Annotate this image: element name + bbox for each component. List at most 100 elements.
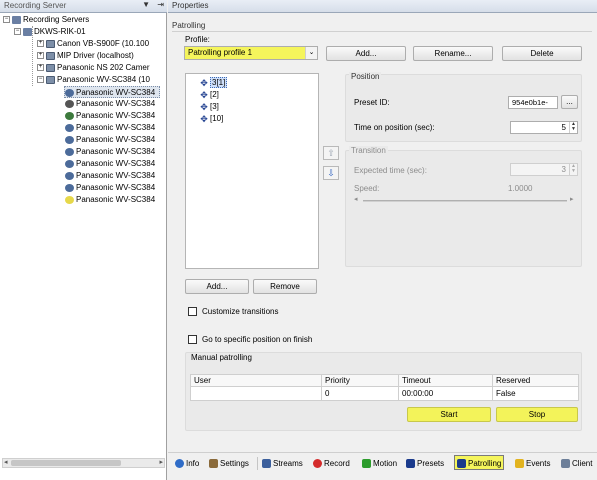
tree-item-camera-selected[interactable]: Panasonic WV-SC384	[64, 86, 161, 98]
profile-label: Profile:	[185, 35, 210, 44]
time-on-position-value: 5	[561, 123, 566, 132]
tree-item-input-5[interactable]: Panasonic WV-SC384	[65, 170, 155, 182]
preset-list-item[interactable]: ✥ [3]	[199, 101, 219, 112]
tab-label: Events	[526, 459, 551, 468]
streams-icon	[262, 459, 271, 469]
tab-streams[interactable]: Streams	[260, 456, 305, 471]
preset-id-label: Preset ID:	[354, 98, 390, 107]
tree-item-hardware-mip[interactable]: + MIP Driver (localhost)	[37, 50, 134, 62]
tab-label: Client	[572, 459, 593, 468]
speed-label: Speed:	[354, 184, 380, 193]
tab-presets[interactable]: Presets	[404, 456, 446, 471]
add-profile-button[interactable]: Add...	[326, 46, 406, 61]
tree-horizontal-scrollbar[interactable]: ◂ ▸	[2, 458, 165, 468]
go-to-position-checkbox[interactable]	[188, 335, 197, 344]
preset-move-icon: ✥	[200, 77, 208, 88]
delete-profile-button[interactable]: Delete	[502, 46, 582, 61]
tree-label: Panasonic WV-SC384	[76, 99, 156, 108]
properties-title: Properties	[172, 1, 209, 10]
remove-preset-button[interactable]: Remove	[253, 279, 317, 294]
input-icon	[65, 147, 74, 156]
collapse-icon[interactable]: −	[14, 28, 21, 36]
expand-icon[interactable]: +	[37, 40, 44, 48]
collapse-icon[interactable]: −	[3, 16, 10, 24]
expected-time-value: 3	[561, 165, 566, 174]
tree-item-input-1[interactable]: Panasonic WV-SC384	[65, 122, 155, 134]
profile-select-value: Patrolling profile 1	[188, 48, 253, 57]
move-up-icon[interactable]: ⇧	[323, 146, 339, 160]
collapse-icon[interactable]: −	[37, 76, 44, 84]
profile-select[interactable]: Patrolling profile 1 ⌄	[184, 46, 318, 60]
motion-icon	[362, 459, 371, 469]
tab-record[interactable]: Record	[311, 456, 352, 471]
time-on-position-stepper[interactable]: 5 ▲ ▼	[510, 121, 578, 134]
expand-icon[interactable]: +	[37, 64, 44, 72]
tree-item-server[interactable]: − DKWS-RIK-01	[14, 26, 86, 38]
column-header-reserved: Reserved	[492, 374, 579, 387]
preset-id-field[interactable]: 954e0b1e-	[508, 96, 558, 109]
tree-label: Panasonic WV-SC384	[76, 159, 156, 168]
expected-time-label: Expected time (sec):	[354, 166, 427, 175]
preset-label: [2]	[210, 90, 219, 99]
tree-item-input-2[interactable]: Panasonic WV-SC384	[65, 134, 155, 146]
pane-pin-icon[interactable]: ⇥	[157, 0, 164, 9]
tree-label: Panasonic WV-SC384	[76, 123, 156, 132]
tree-item-output[interactable]: Panasonic WV-SC384	[65, 194, 155, 206]
tab-settings[interactable]: Settings	[207, 456, 251, 471]
scroll-left-icon[interactable]: ◂	[4, 458, 8, 466]
start-button[interactable]: Start	[407, 407, 491, 422]
stepper-arrows-icon[interactable]: ▲ ▼	[569, 122, 577, 133]
preset-list-item[interactable]: ✥ [2]	[199, 89, 219, 100]
camera-icon	[65, 88, 74, 97]
tab-label: Streams	[273, 459, 303, 468]
chevron-down-icon[interactable]: ⌄	[305, 47, 317, 59]
speaker-icon	[65, 111, 74, 120]
cell-priority: 0	[321, 386, 399, 401]
preset-label: [10]	[210, 114, 224, 123]
add-preset-button[interactable]: Add...	[185, 279, 249, 294]
tab-separator	[257, 457, 258, 470]
scroll-thumb[interactable]	[11, 460, 121, 466]
rename-profile-button[interactable]: Rename...	[413, 46, 493, 61]
tree-item-input-3[interactable]: Panasonic WV-SC384	[65, 146, 155, 158]
cell-reserved: False	[492, 386, 579, 401]
server-icon	[23, 27, 32, 36]
hardware-icon	[46, 75, 55, 84]
stop-button[interactable]: Stop	[496, 407, 578, 422]
table-row[interactable]: 0 00:00:00 False	[190, 386, 579, 401]
tab-patrolling[interactable]: Patrolling	[454, 455, 505, 470]
scroll-right-icon[interactable]: ▸	[159, 458, 163, 466]
settings-icon	[209, 459, 218, 469]
input-icon	[65, 183, 74, 192]
tab-client[interactable]: Client	[559, 456, 594, 471]
tree-item-hardware-canon[interactable]: + Canon VB-S900F (10.100	[37, 38, 149, 50]
preset-list-item[interactable]: ✥ [10]	[199, 113, 223, 124]
tree-item-recording-servers[interactable]: − Recording Servers	[3, 14, 89, 26]
tree-item-speaker[interactable]: Panasonic WV-SC384	[65, 110, 155, 122]
browse-preset-button[interactable]: ...	[561, 95, 578, 109]
input-icon	[65, 159, 74, 168]
expand-icon[interactable]: +	[37, 52, 44, 60]
preset-list-item[interactable]: ✥ 3[1]	[199, 77, 228, 88]
tree-item-microphone[interactable]: Panasonic WV-SC384	[65, 98, 155, 110]
tree-item-hardware-panasonic-ns[interactable]: + Panasonic NS 202 Camer	[37, 62, 150, 74]
customize-transitions-checkbox[interactable]	[188, 307, 197, 316]
microphone-icon	[65, 99, 74, 108]
output-icon	[65, 195, 74, 204]
customize-transitions-label: Customize transitions	[202, 307, 279, 316]
tree-label: Panasonic WV-SC384	[76, 111, 156, 120]
expected-time-stepper: 3 ▲ ▼	[510, 163, 578, 176]
tree-item-input-6[interactable]: Panasonic WV-SC384	[65, 182, 155, 194]
tab-events[interactable]: Events	[513, 456, 552, 471]
time-on-position-label: Time on position (sec):	[354, 123, 435, 132]
move-down-icon[interactable]: ⇩	[323, 166, 339, 180]
input-icon	[65, 123, 74, 132]
column-header-priority: Priority	[321, 374, 399, 387]
tab-motion[interactable]: Motion	[360, 456, 399, 471]
pane-dropdown-icon[interactable]: ▼	[142, 0, 150, 9]
tree-item-input-4[interactable]: Panasonic WV-SC384	[65, 158, 155, 170]
tab-info[interactable]: Info	[173, 456, 201, 471]
preset-label: 3[1]	[210, 77, 228, 88]
tree-label: Panasonic WV-SC384	[76, 183, 156, 192]
tree-item-hardware-panasonic-wv[interactable]: − Panasonic WV-SC384 (10	[37, 74, 150, 86]
